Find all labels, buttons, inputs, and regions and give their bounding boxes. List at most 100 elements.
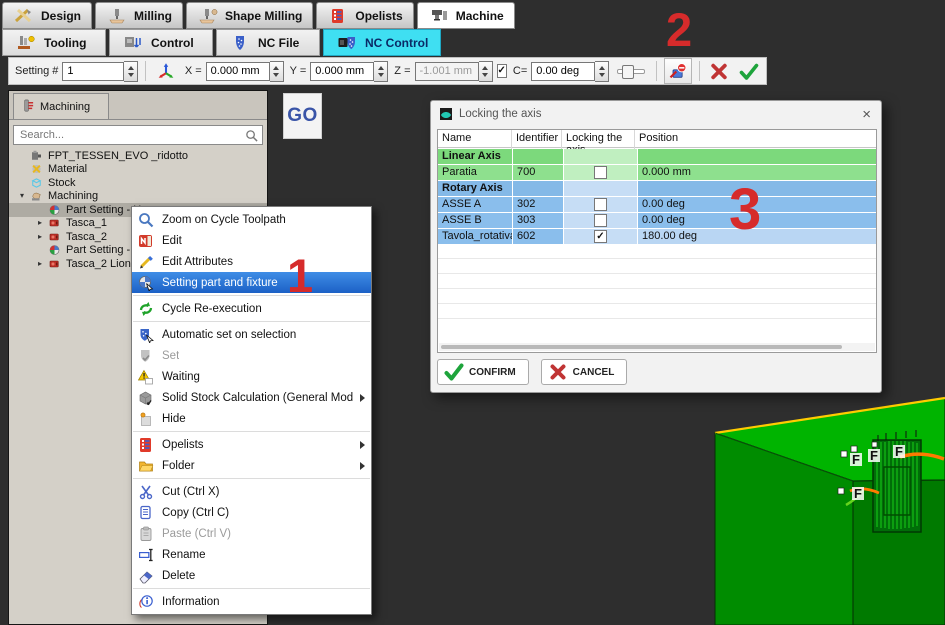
shape-milling-icon <box>197 7 219 25</box>
menu-item-label: Edit <box>162 235 182 247</box>
tab-shape-milling[interactable]: Shape Milling <box>186 2 313 29</box>
tab-milling[interactable]: Milling <box>95 2 183 29</box>
tab-label: Machine <box>456 9 504 23</box>
part-setting-icon <box>48 203 63 216</box>
c-input[interactable] <box>531 62 595 81</box>
menu-item-folder[interactable]: Folder <box>132 455 371 476</box>
tab-machine[interactable]: Machine <box>417 2 515 29</box>
opelists-icon <box>136 436 155 453</box>
tab-nc-control[interactable]: NC Control <box>323 29 441 56</box>
machining-icon <box>30 190 45 203</box>
axis-identifier: 700 <box>513 165 563 180</box>
lock-axis-button[interactable] <box>664 58 692 84</box>
lock-checkbox-checked[interactable]: ✓ <box>594 230 607 243</box>
tab-label: NC Control <box>365 36 428 50</box>
tree-item-stock[interactable]: Stock <box>9 176 267 190</box>
x-input[interactable] <box>206 62 270 81</box>
menu-item-label: Rename <box>162 549 205 561</box>
menu-item-delete[interactable]: Delete <box>132 565 371 586</box>
machine-icon <box>30 149 45 162</box>
setting-number-input[interactable] <box>62 62 124 81</box>
cancel-label: CANCEL <box>573 367 615 378</box>
confirm-button[interactable]: CONFIRM <box>437 359 529 385</box>
tab-nc-file[interactable]: NC File <box>216 29 320 56</box>
tasca-icon <box>48 230 63 243</box>
menu-item-copy-ctrl-c[interactable]: Copy (Ctrl C) <box>132 502 371 523</box>
z-stepper[interactable] <box>479 61 493 82</box>
menu-item-zoom-on-cycle-toolpath[interactable]: Zoom on Cycle Toolpath <box>132 209 371 230</box>
axis-table-body: Linear AxisParatia7000.000 mmRotary Axis… <box>438 149 876 244</box>
y-input[interactable] <box>310 62 374 81</box>
lock-checkbox-unchecked[interactable] <box>594 214 607 227</box>
setting-number-label: Setting # <box>15 65 58 77</box>
recycle-icon <box>136 300 155 317</box>
lock-checkbox-unchecked[interactable] <box>594 166 607 179</box>
axis-row-paratia: Paratia7000.000 mm <box>438 165 876 180</box>
axis-row-rotary-axis: Rotary Axis <box>438 181 876 196</box>
axis-table-header: Name Identifier Locking the axis Positio… <box>438 130 876 148</box>
info-icon <box>136 593 155 610</box>
menu-item-label: Setting part and fixture <box>162 277 278 289</box>
menu-item-setting-part-and-fixture[interactable]: Setting part and fixture <box>132 272 371 293</box>
tree-item-label: Tasca_2 Lionel <box>66 258 139 270</box>
tree-item-fpt-tessen-evo-ridotto[interactable]: FPT_TESSEN_EVO _ridotto <box>9 149 267 163</box>
tree-item-label: Machining <box>48 190 98 202</box>
viewport-3d-part[interactable]: F F F F <box>700 395 945 625</box>
svg-text:F: F <box>854 486 862 501</box>
tree-item-material[interactable]: Material <box>9 163 267 177</box>
axis-identifier <box>513 149 563 164</box>
tab-tooling[interactable]: Tooling <box>2 29 106 56</box>
axis-lock-cell: ✓ <box>564 229 637 244</box>
chevron-right-icon[interactable]: ▸ <box>35 219 45 227</box>
tab-opelists[interactable]: Opelists <box>316 2 413 29</box>
setting-number-stepper[interactable] <box>124 61 138 82</box>
c-stepper[interactable] <box>595 61 609 82</box>
menu-item-label: Cut (Ctrl X) <box>162 486 220 498</box>
menu-item-waiting[interactable]: Waiting <box>132 366 371 387</box>
menu-item-opelists[interactable]: Opelists <box>132 434 371 455</box>
menu-item-set: Set <box>132 345 371 366</box>
machining-tab-icon <box>20 99 35 114</box>
tab-label: Opelists <box>355 9 402 23</box>
menu-item-edit[interactable]: Edit <box>132 230 371 251</box>
cancel-setting-button[interactable] <box>706 59 732 83</box>
tree-item-machining[interactable]: ▾ Machining <box>9 190 267 204</box>
menu-item-cut-ctrl-x[interactable]: Cut (Ctrl X) <box>132 481 371 502</box>
menu-item-information[interactable]: Information <box>132 591 371 612</box>
y-stepper[interactable] <box>374 61 388 82</box>
close-icon[interactable]: × <box>860 107 873 122</box>
go-button[interactable]: GO <box>283 93 322 139</box>
f-marker: F <box>868 448 880 463</box>
panel-tab-label: Machining <box>40 101 90 113</box>
menu-item-rename[interactable]: Rename <box>132 544 371 565</box>
axis-lock-cell <box>564 165 637 180</box>
menu-item-label: Information <box>162 596 220 608</box>
menu-item-solid-stock-calculation-general-mode[interactable]: Solid Stock Calculation (General Mode) <box>132 387 371 408</box>
chevron-down-icon[interactable]: ▾ <box>17 192 27 200</box>
menu-item-cycle-re-execution[interactable]: Cycle Re-execution <box>132 298 371 319</box>
c-angle-slider[interactable] <box>617 61 645 81</box>
z-lock-checkbox[interactable]: ✓ <box>497 64 507 78</box>
x-stepper[interactable] <box>270 61 284 82</box>
locking-axis-dialog: Locking the axis × Name Identifier Locki… <box>430 100 882 393</box>
confirm-setting-button[interactable] <box>736 59 762 83</box>
menu-item-edit-attributes[interactable]: Edit Attributes <box>132 251 371 272</box>
horizontal-scrollbar[interactable] <box>439 343 875 351</box>
menu-item-automatic-set-on-selection[interactable]: Automatic set on selection <box>132 324 371 345</box>
search-input[interactable] <box>18 128 245 142</box>
tab-machining[interactable]: Machining <box>13 93 109 119</box>
menu-item-hide[interactable]: Hide <box>132 408 371 429</box>
axis-name: Tavola_rotativa <box>438 229 512 244</box>
cancel-button[interactable]: CANCEL <box>541 359 628 385</box>
tab-design[interactable]: Design <box>2 2 92 29</box>
tab-control[interactable]: Control <box>109 29 213 56</box>
nc-file-icon <box>229 34 251 52</box>
lock-checkbox-unchecked[interactable] <box>594 198 607 211</box>
annotation-1: 1 <box>287 252 313 299</box>
z-input[interactable] <box>415 62 479 81</box>
axis-lock-cell <box>564 213 637 228</box>
chevron-right-icon[interactable]: ▸ <box>35 233 45 241</box>
chevron-right-icon[interactable]: ▸ <box>35 260 45 268</box>
menu-item-label: Waiting <box>162 371 200 383</box>
x-label: X = <box>185 65 202 77</box>
